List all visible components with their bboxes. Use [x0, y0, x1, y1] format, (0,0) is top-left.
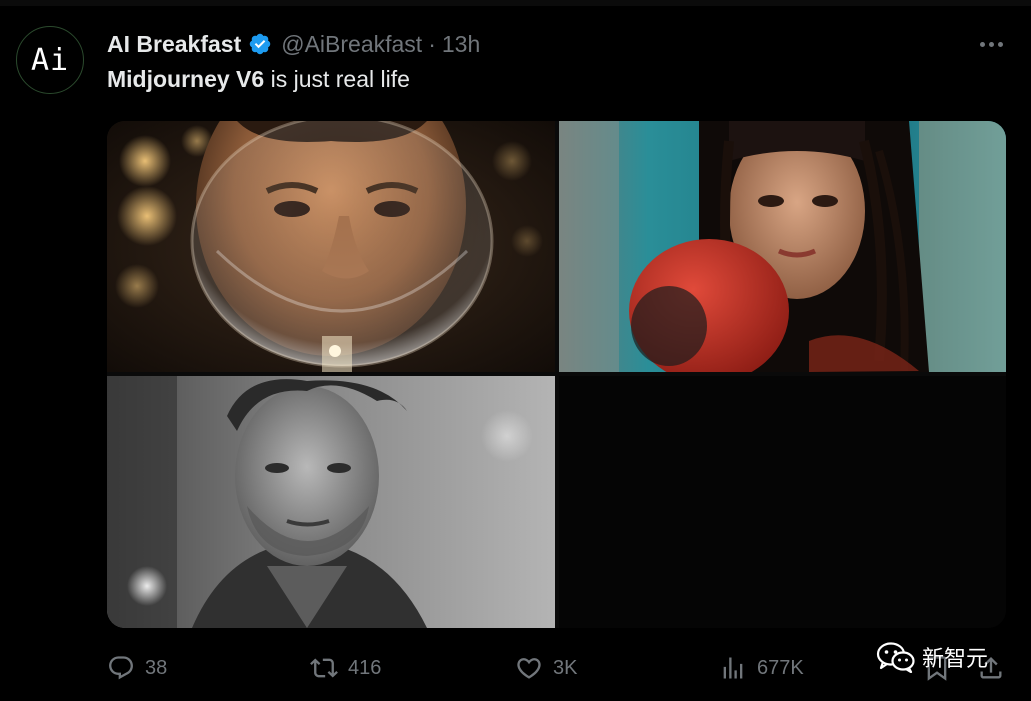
reply-button[interactable]: 38 [107, 648, 167, 688]
media-grid [107, 121, 1006, 628]
more-options-button[interactable] [975, 30, 1007, 58]
tweet-text: Midjourney V6 is just real life [107, 66, 410, 93]
photo-man-black-white-portrait [107, 376, 555, 628]
avatar-logo-text: Ai [30, 42, 70, 78]
more-dot-icon [979, 41, 985, 47]
divider [0, 0, 1031, 6]
views-button[interactable]: 677K [719, 648, 804, 688]
like-count: 3K [553, 656, 578, 679]
media-photo-1[interactable] [107, 121, 555, 372]
separator-dot: · [428, 30, 436, 57]
avatar[interactable]: Ai [16, 26, 84, 94]
verified-badge-icon[interactable] [248, 32, 272, 56]
user-handle[interactable]: @AiBreakfast [281, 31, 422, 58]
timestamp[interactable]: 13h [442, 31, 480, 58]
heart-icon [517, 658, 541, 679]
retweet-count: 416 [348, 656, 382, 679]
media-photo-3[interactable] [107, 376, 555, 628]
tweet-header: AI Breakfast @AiBreakfast · 13h [107, 28, 480, 60]
retweet-button[interactable]: 416 [310, 648, 381, 688]
reply-icon [109, 656, 133, 680]
reply-count: 38 [145, 656, 168, 679]
tweet-text-rest: is just real life [264, 66, 410, 92]
media-empty-cell [559, 376, 1006, 628]
tweet-card[interactable]: Ai AI Breakfast @AiBreakfast · 13h Midjo… [0, 0, 1031, 701]
photo-man-wine-glass [107, 121, 555, 372]
retweet-icon [310, 658, 338, 678]
more-dot-icon [997, 41, 1003, 47]
photo-woman-boxing-glove [559, 121, 1006, 372]
watermark-text: 新智元 [922, 647, 989, 672]
view-count: 677K [757, 656, 804, 679]
like-button[interactable]: 3K [515, 648, 577, 688]
display-name[interactable]: AI Breakfast [107, 31, 241, 58]
tweet-text-bold: Midjourney V6 [107, 66, 265, 92]
more-dot-icon [988, 41, 994, 47]
media-photo-2[interactable] [559, 121, 1006, 372]
action-bar: 38 416 3K 677K [107, 648, 1007, 688]
views-chart-icon [723, 657, 743, 679]
watermark: 新智元 [876, 640, 988, 674]
wechat-icon [876, 642, 915, 673]
